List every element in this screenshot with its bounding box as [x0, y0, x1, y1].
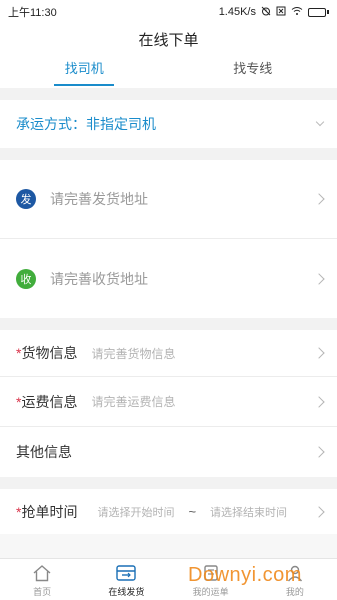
cargo-info-label: 货物信息: [21, 345, 78, 361]
receive-address-placeholder: 请完善收货地址: [50, 270, 148, 287]
freight-info-row[interactable]: * 运费信息 请完善运费信息: [0, 377, 337, 427]
watermark-logo: Downyi.com: [188, 564, 302, 586]
status-time: 上午11:30: [8, 7, 57, 19]
freight-info-placeholder: 请完善运费信息: [91, 395, 176, 409]
divider: [0, 477, 337, 489]
end-time-picker[interactable]: 请选择结束时间: [210, 504, 287, 520]
wifi-icon: [291, 6, 303, 19]
status-icons: 1.45K/s: [219, 6, 329, 19]
divider: [0, 148, 337, 160]
grab-time-row: * 抢单时间 请选择开始时间 ~ 请选择结束时间: [0, 489, 337, 534]
carrier-mode-label: 承运方式：非指定司机: [16, 116, 156, 132]
chevron-right-icon: [313, 395, 325, 408]
cargo-info-placeholder: 请完善货物信息: [91, 346, 176, 361]
chevron-right-icon: [313, 347, 325, 359]
cargo-info-row[interactable]: * 货物信息 请完善货物信息: [0, 330, 337, 377]
nav-home-label: 首页: [33, 587, 52, 597]
chevron-right-icon: [313, 193, 325, 205]
tab-bar: 找司机 找专线: [0, 56, 337, 86]
tab-find-driver[interactable]: 找司机: [0, 56, 169, 86]
sim-icon: [276, 6, 286, 19]
chevron-right-icon: [313, 446, 325, 458]
chevron-right-icon: [313, 505, 325, 518]
home-icon: [31, 563, 53, 583]
send-address-placeholder: 请完善发货地址: [50, 191, 148, 207]
truck-box-icon: [115, 563, 137, 583]
alarm-icon: [261, 6, 271, 19]
freight-info-label: 运费信息: [21, 393, 78, 410]
other-info-label: 其他信息: [16, 444, 72, 460]
other-info-row[interactable]: 其他信息: [0, 427, 337, 477]
receive-badge-icon: 收: [16, 268, 36, 289]
tab-find-line[interactable]: 找专线: [169, 56, 337, 86]
nav-online-ship[interactable]: 在线发货: [84, 559, 168, 600]
divider: [0, 88, 337, 100]
start-time-picker[interactable]: 请选择开始时间: [97, 504, 174, 520]
send-address-row[interactable]: 发 请完善发货地址: [0, 160, 337, 239]
grab-time-label: 抢单时间: [21, 503, 78, 520]
network-speed: 1.45K/s: [218, 6, 256, 18]
divider: [0, 534, 337, 558]
status-bar: 上午11:30 1.45K/s: [0, 0, 337, 24]
battery-icon: [308, 7, 329, 17]
receive-address-row[interactable]: 收 请完善收货地址: [0, 239, 337, 318]
chevron-down-icon: [315, 117, 325, 127]
nav-home[interactable]: 首页: [0, 559, 84, 600]
send-badge-icon: 发: [16, 189, 36, 209]
page-title: 在线下单: [138, 32, 199, 49]
divider: [0, 318, 337, 330]
nav-online-ship-label: 在线发货: [108, 587, 145, 597]
carrier-mode-selector[interactable]: 承运方式：非指定司机: [0, 100, 337, 148]
time-separator: ~: [188, 504, 197, 519]
chevron-right-icon: [313, 272, 325, 285]
